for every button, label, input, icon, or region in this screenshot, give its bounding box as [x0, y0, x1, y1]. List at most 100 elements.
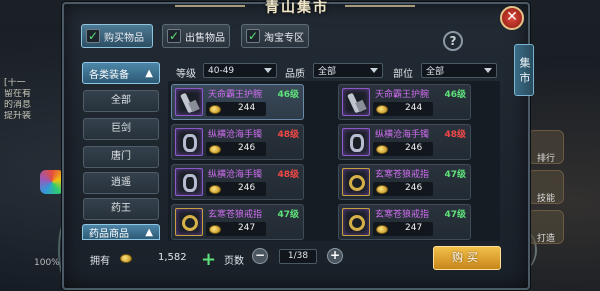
category-header-label: 药品商品	[89, 228, 129, 240]
item-card[interactable]: 纵横沧海手镯 48级 246	[338, 124, 471, 160]
coin-icon	[209, 145, 221, 154]
item-level: 47级	[277, 210, 299, 220]
category-all[interactable]: 全部	[83, 90, 159, 112]
category-tangmen[interactable]: 唐门	[83, 146, 159, 168]
window-title: 青山集市	[265, 0, 329, 16]
next-page-button[interactable]: +	[327, 248, 343, 264]
item-level: 48级	[277, 130, 299, 140]
coin-icon	[376, 145, 388, 154]
collapse-arrow-icon: ▲	[145, 67, 153, 79]
rank-button[interactable]: 排行	[528, 130, 564, 164]
item-price: 247	[238, 223, 256, 233]
slot-select[interactable]: 全部	[421, 63, 497, 78]
item-price: 247	[405, 223, 423, 233]
battery-text: 100%	[34, 258, 60, 268]
tab-label: 淘宝专区	[264, 32, 304, 44]
coin-icon	[376, 105, 388, 114]
chevron-down-icon	[484, 68, 492, 73]
slot-filter-label: 部位	[393, 69, 413, 80]
bracer-icon	[175, 88, 203, 116]
item-level: 46级	[277, 90, 299, 100]
skill-button[interactable]: 技能	[528, 170, 564, 204]
item-level: 48级	[277, 170, 299, 180]
item-name: 天命霸王护腕	[375, 90, 430, 100]
coin-icon	[120, 254, 132, 263]
item-name: 纵横沧海手镯	[208, 130, 263, 140]
item-price: 244	[405, 103, 423, 113]
item-name: 纵横沧海手镯	[208, 170, 263, 180]
tab-buy-items[interactable]: ✓ 购买物品	[81, 24, 153, 48]
category-header-label: 各类装备	[89, 69, 129, 81]
category-header-medicine[interactable]: 药品商品 ▲	[82, 224, 160, 240]
item-card[interactable]: 纵横沧海手镯 48级 246	[171, 164, 304, 200]
item-price: 246	[238, 143, 256, 153]
item-level: 46级	[444, 90, 466, 100]
coin-icon	[376, 185, 388, 194]
chat-line: 的消息	[4, 100, 32, 110]
chevron-down-icon	[264, 68, 272, 73]
checkmark-icon: ✓	[86, 29, 100, 43]
category-xiaoyao[interactable]: 逍遥	[83, 172, 159, 194]
item-name: 玄寒苍狼戒指	[208, 210, 263, 220]
level-filter-label: 等级	[176, 69, 196, 80]
tab-sell-items[interactable]: ✓ 出售物品	[162, 24, 230, 48]
coin-icon	[209, 225, 221, 234]
chat-line: [十一	[4, 78, 26, 88]
forge-button[interactable]: 打造	[528, 210, 564, 244]
expand-arrow-icon: ▲	[145, 226, 153, 238]
bracelet-icon	[175, 128, 203, 156]
item-name: 纵横沧海手镯	[375, 130, 430, 140]
item-card[interactable]: 天命霸王护腕 46级 244	[171, 84, 304, 120]
checkmark-icon: ✓	[167, 29, 181, 43]
tab-label: 出售物品	[185, 32, 225, 44]
chat-preview: [十一 留在有 的消息 提升装	[4, 78, 44, 122]
item-name: 玄寒苍狼戒指	[375, 210, 430, 220]
quality-select[interactable]: 全部	[313, 63, 383, 78]
tab-market-side[interactable]: 集市	[514, 44, 534, 96]
item-level: 47级	[444, 210, 466, 220]
owned-amount: 1,582	[158, 252, 187, 263]
ring-icon	[342, 208, 370, 236]
bracer-icon	[342, 88, 370, 116]
ring-icon	[175, 208, 203, 236]
chat-line: 提升装	[4, 111, 32, 121]
item-card[interactable]: 玄寒苍狼戒指 47级 246	[338, 164, 471, 200]
bracelet-icon	[175, 168, 203, 196]
category-giant-sword[interactable]: 巨剑	[83, 118, 159, 140]
buy-button[interactable]: 购买	[433, 246, 501, 270]
coin-icon	[209, 105, 221, 114]
item-level: 48级	[444, 130, 466, 140]
checkmark-icon: ✓	[246, 29, 260, 43]
chevron-down-icon	[370, 68, 378, 73]
category-header-equipment[interactable]: 各类装备 ▲	[82, 62, 160, 84]
item-card[interactable]: 天命霸王护腕 46级 244	[338, 84, 471, 120]
item-price: 246	[238, 183, 256, 193]
bracelet-icon	[342, 128, 370, 156]
prev-page-button[interactable]: −	[252, 248, 268, 264]
pages-label: 页数	[224, 256, 244, 267]
level-select[interactable]: 40-49	[203, 63, 277, 78]
chat-line: 留在有	[4, 89, 32, 99]
page-indicator: 1/38	[279, 249, 317, 264]
app-shortcut-icon[interactable]	[40, 170, 64, 194]
item-name: 玄寒苍狼戒指	[375, 170, 430, 180]
item-card[interactable]: 玄寒苍狼戒指 47级 247	[338, 204, 471, 240]
help-icon[interactable]: ?	[443, 31, 463, 51]
coin-icon	[376, 225, 388, 234]
tab-taobao-zone[interactable]: ✓ 淘宝专区	[241, 24, 309, 48]
add-currency-icon[interactable]: +	[201, 249, 216, 270]
quality-filter-label: 品质	[285, 69, 305, 80]
tab-label: 购买物品	[104, 32, 144, 44]
ring-icon	[342, 168, 370, 196]
item-card[interactable]: 玄寒苍狼戒指 47级 247	[171, 204, 304, 240]
close-button[interactable]: ✕	[500, 6, 524, 30]
item-level: 47级	[444, 170, 466, 180]
title-ornament-left	[175, 5, 245, 13]
category-yaowang[interactable]: 药王	[83, 198, 159, 220]
item-price: 246	[405, 183, 423, 193]
item-price: 244	[238, 103, 256, 113]
owned-label: 拥有	[90, 256, 110, 267]
item-card[interactable]: 纵横沧海手镯 48级 246	[171, 124, 304, 160]
coin-icon	[209, 185, 221, 194]
item-price: 246	[405, 143, 423, 153]
